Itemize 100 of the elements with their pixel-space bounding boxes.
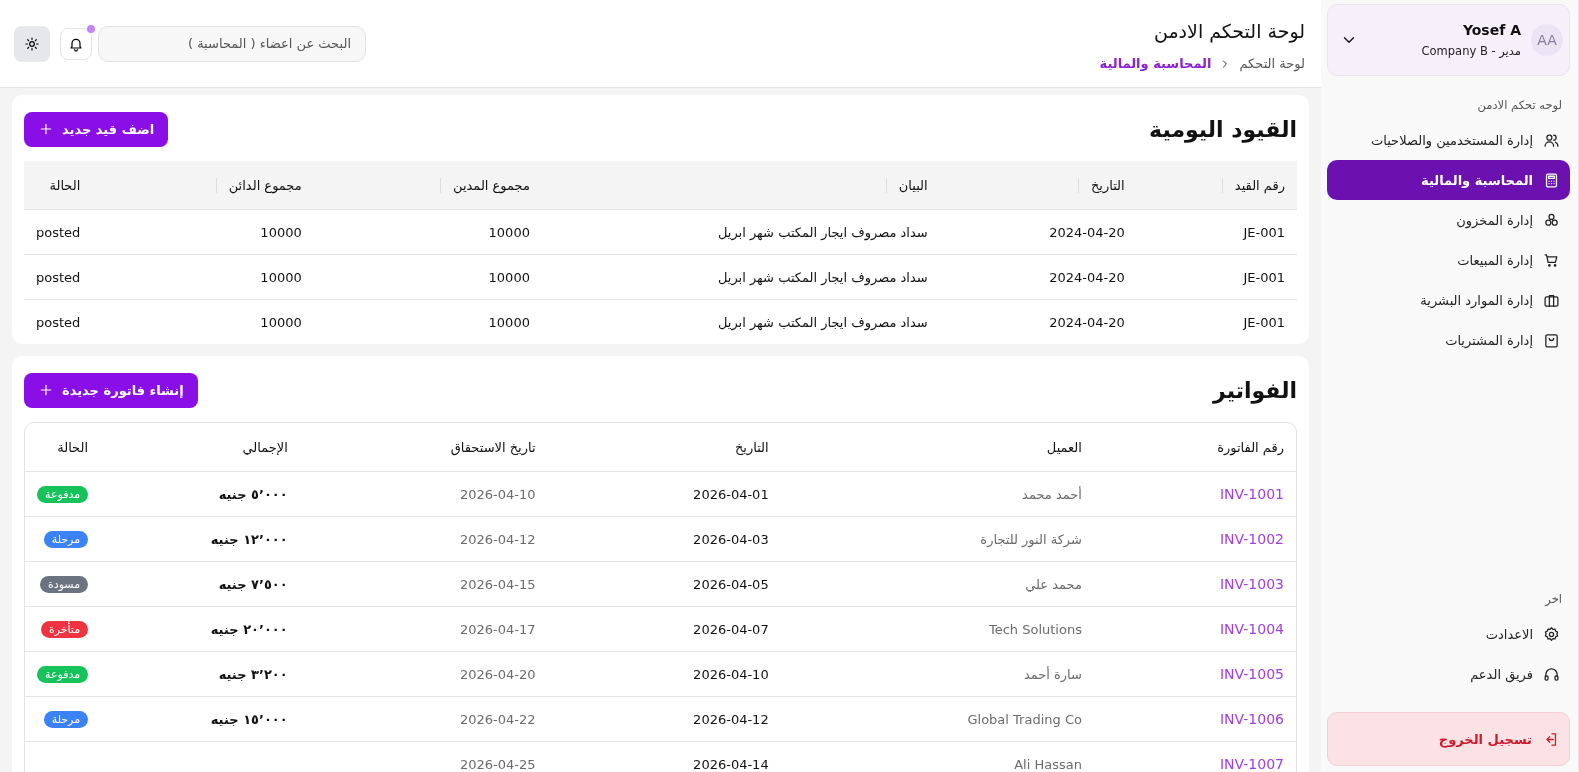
logout-button[interactable]: تسجيل الخروج <box>1327 712 1570 766</box>
table-cell: 2026-04-07 <box>547 606 781 651</box>
column-header: تاريخ الاستحقاق <box>450 439 536 455</box>
table-cell: محمد علي <box>780 561 1094 606</box>
table-cell: Ali Hassan <box>780 741 1094 772</box>
column-header: رقم الفاتورة <box>1217 439 1284 455</box>
page-title: لوحة التحكم الادمن <box>1152 20 1305 42</box>
create-invoice-button[interactable]: إنشاء فاتورة جديدة <box>24 372 198 408</box>
table-cell: Tech Solutions <box>780 606 1094 651</box>
table-cell: سداد مصروف ايجار المكتب شهر ابريل <box>541 209 940 254</box>
search-field[interactable]: البحث عن اعضاء ( المحاسبة ) <box>98 25 366 62</box>
status-badge: مرحلة <box>43 530 89 548</box>
theme-toggle-button[interactable] <box>14 25 50 62</box>
table-cell: 2026-04-05 <box>547 561 781 606</box>
section-label: لوحه تحكم الادمن <box>1476 98 1563 112</box>
user-name: Yosef A <box>1461 22 1521 38</box>
table-cell: posted <box>24 209 93 254</box>
table-cell: JE-001 <box>1136 209 1297 254</box>
table-cell: 10000 <box>313 209 542 254</box>
sun-icon <box>24 35 40 52</box>
nav-item[interactable]: إدارة المشتريات <box>1327 320 1570 360</box>
table-cell: 2026-04-12 <box>299 516 548 561</box>
shopping-bag-icon <box>1543 331 1560 349</box>
table-cell: ١٥٬٠٠٠ جنيه <box>100 696 300 741</box>
table-cell: 2026-04-03 <box>547 516 781 561</box>
invoice-link[interactable]: INV-1007 <box>1093 741 1296 772</box>
table-cell: posted <box>24 254 93 299</box>
column-header: مجموع الدائن <box>215 177 302 193</box>
table-cell: أحمد محمد <box>780 471 1094 516</box>
table-cell: 10000 <box>313 299 542 344</box>
table-cell: 2024-04-20 <box>939 254 1137 299</box>
nav-item[interactable]: فريق الدعم <box>1327 654 1570 694</box>
notification-button[interactable] <box>60 27 92 60</box>
table-cell: JE-001 <box>1136 254 1297 299</box>
table-cell: 2026-04-22 <box>299 696 548 741</box>
nav-item[interactable]: إدارة المبيعات <box>1327 240 1570 280</box>
table-cell: 2026-04-25 <box>299 741 548 772</box>
column-header: التاريخ <box>734 439 769 455</box>
section-title: الفواتير <box>1213 377 1297 403</box>
add-entry-button[interactable]: اضف قيد جديد <box>24 111 169 147</box>
status-badge: مرحلة <box>43 710 89 728</box>
user-role: مدير - Company B <box>1420 44 1521 58</box>
column-header: الإجمالي <box>242 439 288 455</box>
nav-item[interactable]: إدارة المستخدمين والصلاحيات <box>1327 120 1570 160</box>
table-cell: Global Trading Co <box>780 696 1094 741</box>
table-cell: 2026-04-17 <box>299 606 548 651</box>
table-cell: 2026-04-10 <box>547 651 781 696</box>
settings-icon <box>1543 625 1560 643</box>
table-cell: 2026-04-14 <box>547 741 781 772</box>
table-cell: 10000 <box>92 254 314 299</box>
table-cell: شركة النور للتجارة <box>780 516 1094 561</box>
plus-icon <box>38 121 54 137</box>
table-cell: سارة أحمد <box>780 651 1094 696</box>
nav-item[interactable]: المحاسبة والمالية <box>1327 160 1570 200</box>
table-cell: 2024-04-20 <box>939 299 1137 344</box>
status-badge: مسودة <box>40 575 89 593</box>
column-header: الحالة <box>48 177 81 193</box>
invoice-link[interactable]: INV-1002 <box>1093 516 1296 561</box>
column-header: البيان <box>885 177 928 193</box>
invoice-link[interactable]: INV-1005 <box>1093 651 1296 696</box>
boxes-icon <box>1543 211 1560 229</box>
column-header: مجموع المدين <box>440 177 530 193</box>
table-cell: 10000 <box>313 254 542 299</box>
invoice-link[interactable]: INV-1006 <box>1093 696 1296 741</box>
table-cell: posted <box>24 299 93 344</box>
table-cell: سداد مصروف ايجار المكتب شهر ابريل <box>541 254 940 299</box>
table-cell: ٢٠٬٠٠٠ جنيه <box>100 606 300 651</box>
table-cell: 10000 <box>92 299 314 344</box>
avatar: AA <box>1531 24 1563 56</box>
nav-item[interactable]: الاعدادت <box>1327 614 1570 654</box>
status-badge: متأخرة <box>40 620 89 638</box>
table-cell: 2026-04-12 <box>547 696 781 741</box>
table-cell: 2026-04-15 <box>299 561 548 606</box>
table-cell: 2026-04-10 <box>299 471 548 516</box>
table-cell: 10000 <box>92 209 314 254</box>
breadcrumb-link[interactable]: لوحة التحكم <box>1239 56 1305 71</box>
nav-item[interactable]: إدارة المخزون <box>1327 200 1570 240</box>
table-cell: 2024-04-20 <box>939 209 1137 254</box>
table-cell: ١٢٬٠٠٠ جنيه <box>100 516 300 561</box>
table-cell: سداد مصروف ايجار المكتب شهر ابريل <box>541 299 940 344</box>
status-badge: مدفوعة <box>37 665 89 683</box>
plus-icon <box>38 382 54 398</box>
headset-icon <box>1543 665 1560 683</box>
column-header: رقم القيد <box>1221 177 1285 193</box>
table-cell: 2026-04-20 <box>299 651 548 696</box>
table-cell: 2026-04-01 <box>547 471 781 516</box>
invoice-link[interactable]: INV-1001 <box>1093 471 1296 516</box>
invoice-link[interactable]: INV-1003 <box>1093 561 1296 606</box>
section-title: القيود اليومية <box>1149 116 1297 142</box>
table-cell: JE-001 <box>1136 299 1297 344</box>
column-header: الحالة <box>57 439 89 455</box>
table-cell: ٧٬٥٠٠ جنيه <box>100 561 300 606</box>
invoice-link[interactable]: INV-1004 <box>1093 606 1296 651</box>
status-badge: مدفوعة <box>37 485 89 503</box>
section-label: اخر <box>1543 592 1563 606</box>
column-header: التاريخ <box>1077 177 1125 193</box>
nav-item[interactable]: إدارة الموارد البشرية <box>1327 280 1570 320</box>
column-header: العميل <box>1046 439 1082 455</box>
breadcrumb-current: المحاسبة والمالية <box>1099 56 1212 71</box>
table-cell: ٣٬٢٠٠ جنيه <box>100 651 300 696</box>
